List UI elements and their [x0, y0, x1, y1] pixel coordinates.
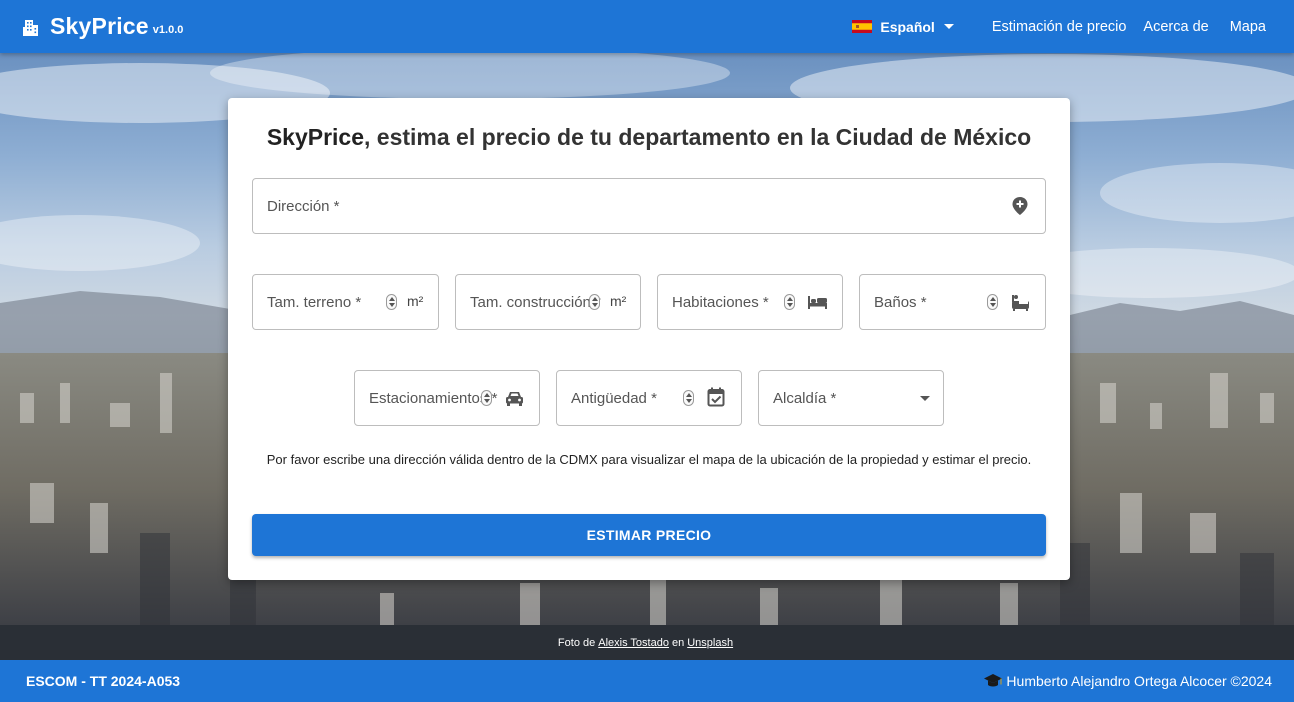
parking-label: Estacionamientos *: [369, 390, 498, 407]
land-size-unit: m²: [407, 293, 424, 309]
calendar-check-icon: [707, 387, 725, 407]
address-field[interactable]: Dirección *: [252, 178, 1046, 234]
footer-project: ESCOM - TT 2024-A053: [26, 673, 181, 689]
footer-author-text: Humberto Alejandro Ortega Alcocer ©2024: [1006, 673, 1272, 689]
chevron-down-icon: [943, 24, 954, 29]
add-location-icon[interactable]: [1011, 196, 1029, 216]
construction-size-field[interactable]: Tam. construcción * m²: [455, 274, 641, 330]
parking-field[interactable]: Estacionamientos *: [354, 370, 540, 426]
rooms-label: Habitaciones *: [672, 294, 769, 311]
dropdown-arrow-icon: [920, 396, 930, 401]
spain-flag-icon: [852, 20, 873, 33]
graduation-cap-icon: [984, 674, 1003, 687]
age-field[interactable]: Antigüedad *: [556, 370, 742, 426]
credit-middle: en: [671, 636, 685, 649]
address-hint: Por favor escribe una dirección válida d…: [266, 452, 1032, 467]
footer: ESCOM - TT 2024-A053 Humberto Alejandro …: [0, 660, 1294, 702]
language-selector[interactable]: Español: [852, 18, 954, 35]
age-stepper[interactable]: [683, 390, 694, 406]
title-text: , estima el precio de tu departamento en…: [364, 124, 1032, 150]
address-label: Dirección *: [267, 198, 340, 215]
bathrooms-field[interactable]: Baños *: [859, 274, 1046, 330]
nav-link-estimacion[interactable]: Estimación de precio: [992, 19, 1127, 35]
nav-menu: Español Estimación de precio Acerca de M…: [852, 0, 1266, 53]
rooms-stepper[interactable]: [784, 294, 795, 310]
construction-size-label: Tam. construcción *: [470, 294, 601, 311]
bathrooms-stepper[interactable]: [987, 294, 998, 310]
construction-size-unit: m²: [610, 293, 627, 309]
bed-icon: [808, 296, 827, 309]
photo-credit: Foto de Alexis Tostado en Unsplash: [0, 625, 1294, 660]
alcaldia-select[interactable]: Alcaldía *: [758, 370, 944, 426]
bathtub-icon: [1012, 295, 1029, 311]
credit-prefix: Foto de: [557, 636, 596, 649]
alcaldia-label: Alcaldía *: [773, 390, 837, 407]
title-brand: SkyPrice: [266, 124, 365, 150]
nav-link-mapa[interactable]: Mapa: [1230, 19, 1266, 35]
construction-size-stepper[interactable]: [589, 294, 600, 310]
app-name: SkyPrice: [50, 13, 149, 39]
land-size-field[interactable]: Tam. terreno * m²: [252, 274, 439, 330]
brand[interactable]: SkyPrice v1.0.0: [22, 13, 183, 40]
top-navbar: SkyPrice v1.0.0 Español Estimación de pr…: [0, 0, 1294, 53]
estimate-button[interactable]: ESTIMAR PRECIO: [252, 514, 1046, 556]
land-size-stepper[interactable]: [386, 294, 397, 310]
bathrooms-label: Baños *: [874, 294, 927, 311]
language-label: Español: [880, 18, 935, 35]
app-version: v1.0.0: [152, 23, 184, 36]
footer-author: Humberto Alejandro Ortega Alcocer ©2024: [983, 673, 1272, 689]
land-size-label: Tam. terreno *: [267, 294, 362, 311]
car-icon: [506, 392, 523, 406]
estimate-card: SkyPrice, estima el precio de tu departa…: [228, 98, 1070, 580]
age-label: Antigüedad *: [571, 390, 657, 407]
nav-link-acerca[interactable]: Acerca de: [1143, 19, 1208, 35]
rooms-field[interactable]: Habitaciones *: [657, 274, 843, 330]
building-icon: [23, 19, 38, 36]
card-title: SkyPrice, estima el precio de tu departa…: [228, 124, 1070, 151]
parking-stepper[interactable]: [481, 390, 492, 406]
credit-site-link[interactable]: Unsplash: [687, 637, 733, 649]
credit-author-link[interactable]: Alexis Tostado: [598, 637, 669, 649]
